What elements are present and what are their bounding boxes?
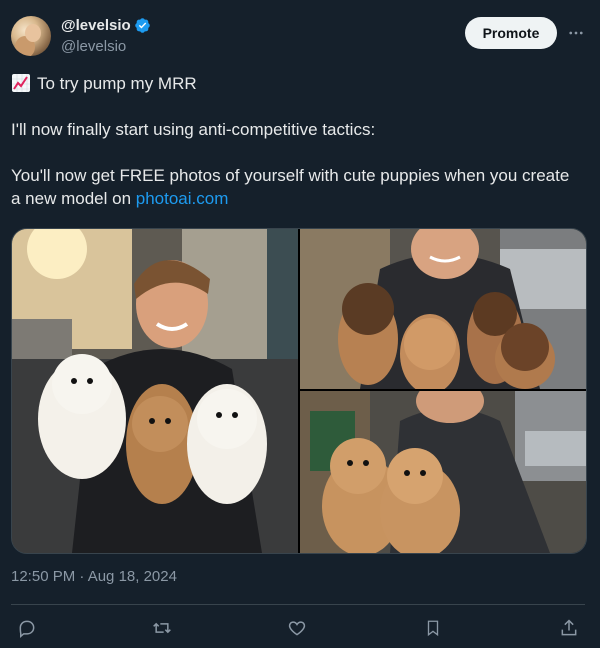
author-display-name[interactable]: @levelsio [61,17,131,34]
action-bar [0,614,600,642]
author-name-row: @levelsio [61,17,151,34]
avatar[interactable] [11,16,51,56]
photoai-link[interactable]: photoai.com [136,189,229,208]
chart-increasing-emoji [11,73,31,93]
man-holding-three-puppies-photo[interactable] [12,229,298,553]
verified-badge-icon[interactable] [134,17,151,34]
media-grid [11,228,587,554]
man-with-four-puppies-photo[interactable] [300,229,586,389]
more-horizontal-icon[interactable] [564,23,588,43]
tweet-line-2: I'll now finally start using anti-compet… [11,120,376,139]
tweet-timestamp[interactable]: 12:50 PM · Aug 18, 2024 [11,568,177,585]
retweet-icon[interactable] [148,614,176,642]
man-holding-two-puppies-photo[interactable] [300,391,586,553]
reply-icon[interactable] [13,614,41,642]
share-icon[interactable] [555,614,583,642]
tweet-line-3-text: You'll now get FREE photos of yourself w… [11,166,570,208]
tweet-line-3: You'll now get FREE photos of yourself w… [11,164,581,210]
like-icon[interactable] [283,614,311,642]
tweet-header: @levelsio @levelsio Promote [11,14,589,58]
tweet-text: To try pump my MRR I'll now finally star… [11,72,581,210]
tweet-line-1: To try pump my MRR [11,72,581,95]
author-handle[interactable]: @levelsio [61,38,126,55]
bookmark-icon[interactable] [419,614,447,642]
divider [11,604,585,605]
promote-button[interactable]: Promote [465,17,557,49]
tweet-line-1-text: To try pump my MRR [37,74,197,93]
